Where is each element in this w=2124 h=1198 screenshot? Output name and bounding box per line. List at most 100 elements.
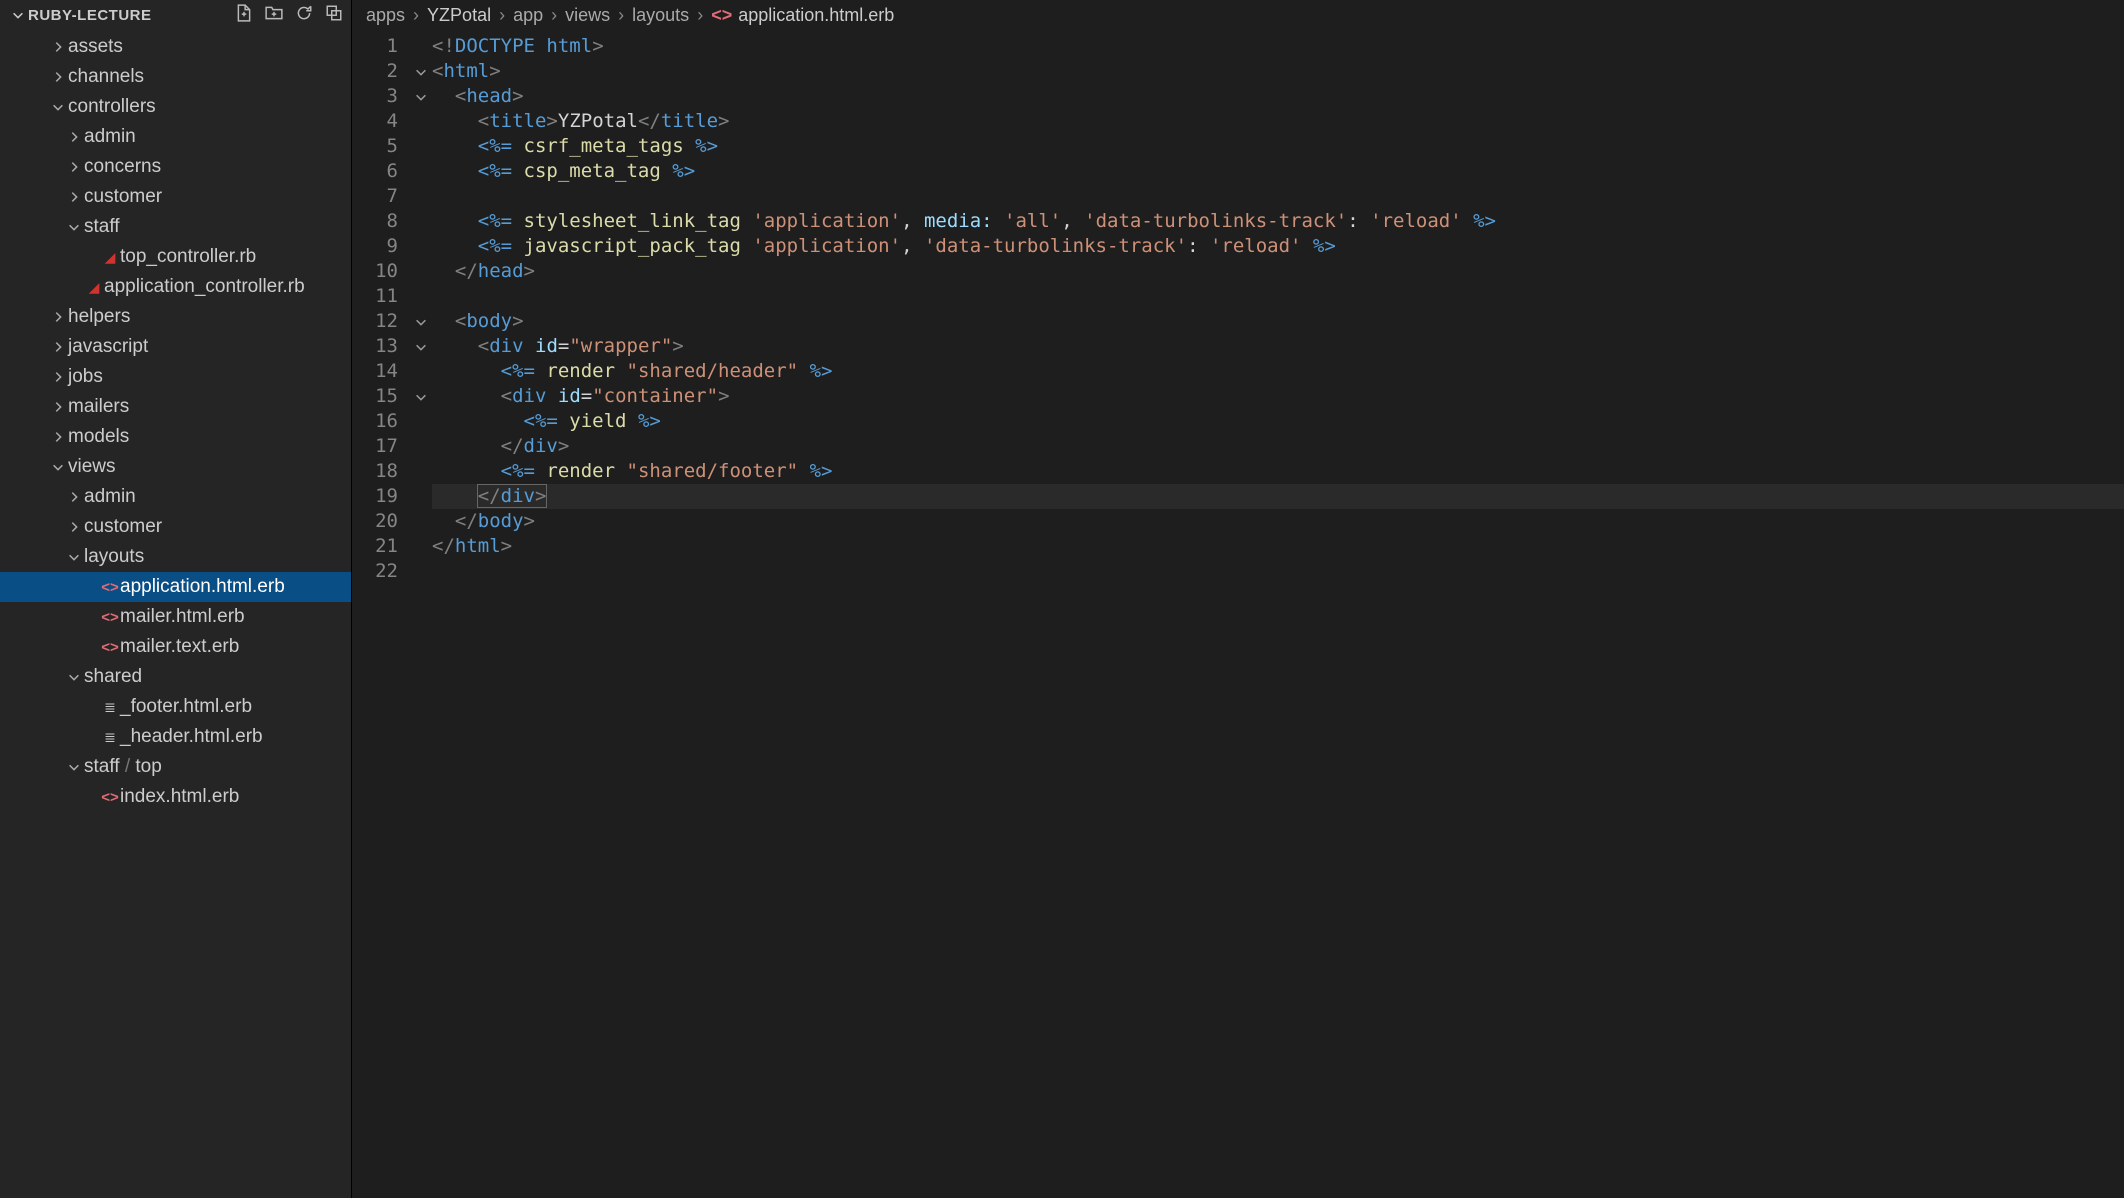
- fold-gutter[interactable]: [410, 30, 432, 1198]
- fold-open-icon[interactable]: [410, 309, 432, 334]
- code-line[interactable]: <%= yield %>: [432, 409, 2124, 434]
- chevron-down-icon[interactable]: [64, 670, 84, 684]
- tree-item-label: top_controller.rb: [120, 246, 256, 268]
- breadcrumb-filename[interactable]: application.html.erb: [738, 5, 894, 26]
- code-line[interactable]: <div id="wrapper">: [432, 334, 2124, 359]
- chevron-right-icon[interactable]: [48, 310, 68, 324]
- tree-file[interactable]: ◢top_controller.rb: [0, 242, 351, 272]
- code-line[interactable]: [432, 559, 2124, 584]
- tree-item-label: controllers: [68, 96, 156, 118]
- breadcrumb-segment[interactable]: layouts: [632, 5, 689, 26]
- tree-folder[interactable]: views: [0, 452, 351, 482]
- tree-file[interactable]: <>mailer.text.erb: [0, 632, 351, 662]
- code-line[interactable]: </body>: [432, 509, 2124, 534]
- tree-folder[interactable]: channels: [0, 62, 351, 92]
- fold-open-icon[interactable]: [410, 384, 432, 409]
- tree-folder[interactable]: models: [0, 422, 351, 452]
- tree-item-label: customer: [84, 516, 162, 538]
- tree-file[interactable]: <>mailer.html.erb: [0, 602, 351, 632]
- fold-open-icon[interactable]: [410, 59, 432, 84]
- new-folder-icon[interactable]: [265, 4, 283, 26]
- chevron-right-icon[interactable]: [64, 130, 84, 144]
- file-tree[interactable]: assetschannelscontrollersadminconcernscu…: [0, 30, 351, 1198]
- code-line[interactable]: <body>: [432, 309, 2124, 334]
- tree-folder[interactable]: staff: [0, 212, 351, 242]
- tree-folder[interactable]: javascript: [0, 332, 351, 362]
- line-number: 1: [352, 34, 398, 59]
- fold-open-icon[interactable]: [410, 84, 432, 109]
- code-line[interactable]: <title>YZPotal</title>: [432, 109, 2124, 134]
- fold-spacer: [410, 359, 432, 384]
- code-area[interactable]: 12345678910111213141516171819202122 <!DO…: [352, 30, 2124, 1198]
- chevron-right-icon[interactable]: [64, 160, 84, 174]
- tree-folder[interactable]: layouts: [0, 542, 351, 572]
- code-line[interactable]: </div>: [432, 434, 2124, 459]
- code-line[interactable]: <%= csp_meta_tag %>: [432, 159, 2124, 184]
- code-line[interactable]: <%= csrf_meta_tags %>: [432, 134, 2124, 159]
- code-line[interactable]: <!DOCTYPE html>: [432, 34, 2124, 59]
- fold-open-icon[interactable]: [410, 334, 432, 359]
- tree-file[interactable]: <>application.html.erb: [0, 572, 351, 602]
- chevron-down-icon[interactable]: [64, 760, 84, 774]
- code-line[interactable]: <%= render "shared/header" %>: [432, 359, 2124, 384]
- breadcrumb-segment[interactable]: views: [565, 5, 610, 26]
- code-line[interactable]: <head>: [432, 84, 2124, 109]
- code-line[interactable]: [432, 284, 2124, 309]
- code-line[interactable]: [432, 184, 2124, 209]
- chevron-right-icon[interactable]: [64, 520, 84, 534]
- chevron-right-icon[interactable]: [48, 40, 68, 54]
- ruby-icon: ◢: [100, 249, 120, 266]
- tree-item-label: models: [68, 426, 129, 448]
- chevron-right-icon[interactable]: [48, 430, 68, 444]
- tree-file[interactable]: <>index.html.erb: [0, 782, 351, 812]
- tree-folder[interactable]: admin: [0, 122, 351, 152]
- tree-folder[interactable]: shared: [0, 662, 351, 692]
- tree-folder[interactable]: customer: [0, 512, 351, 542]
- collapse-icon[interactable]: [325, 4, 343, 26]
- chevron-down-icon[interactable]: [48, 460, 68, 474]
- chevron-down-icon[interactable]: [48, 100, 68, 114]
- tree-folder[interactable]: concerns: [0, 152, 351, 182]
- tree-folder[interactable]: customer: [0, 182, 351, 212]
- code-line[interactable]: <div id="container">: [432, 384, 2124, 409]
- chevron-right-icon[interactable]: [48, 70, 68, 84]
- code-line[interactable]: <%= stylesheet_link_tag 'application', m…: [432, 209, 2124, 234]
- tree-folder[interactable]: mailers: [0, 392, 351, 422]
- tree-folder[interactable]: controllers: [0, 92, 351, 122]
- tree-item-label: admin: [84, 126, 136, 148]
- breadcrumb-segment[interactable]: apps: [366, 5, 405, 26]
- tree-folder[interactable]: jobs: [0, 362, 351, 392]
- chevron-right-icon[interactable]: [64, 490, 84, 504]
- chevron-down-icon[interactable]: [64, 220, 84, 234]
- tree-folder[interactable]: admin: [0, 482, 351, 512]
- line-number: 14: [352, 359, 398, 384]
- code-line[interactable]: <%= javascript_pack_tag 'application', '…: [432, 234, 2124, 259]
- breadcrumb-segment[interactable]: app: [513, 5, 543, 26]
- tree-folder[interactable]: staff / top: [0, 752, 351, 782]
- tree-file[interactable]: ≣_footer.html.erb: [0, 692, 351, 722]
- chevron-right-icon[interactable]: [48, 340, 68, 354]
- code-line[interactable]: <html>: [432, 59, 2124, 84]
- explorer-sidebar: RUBY-LECTURE assetschannels controllers ad…: [0, 0, 352, 1198]
- code-line[interactable]: </div>: [432, 484, 2124, 509]
- new-file-icon[interactable]: [235, 4, 253, 26]
- code-line[interactable]: </head>: [432, 259, 2124, 284]
- chevron-right-icon[interactable]: [64, 190, 84, 204]
- chevron-right-icon[interactable]: [48, 400, 68, 414]
- tree-file[interactable]: ≣_header.html.erb: [0, 722, 351, 752]
- chevron-down-icon[interactable]: [64, 550, 84, 564]
- tree-file[interactable]: ◢application_controller.rb: [0, 272, 351, 302]
- tree-item-label: application.html.erb: [120, 576, 285, 598]
- line-number: 22: [352, 559, 398, 584]
- tree-folder[interactable]: assets: [0, 32, 351, 62]
- chevron-right-icon[interactable]: [48, 370, 68, 384]
- line-number: 4: [352, 109, 398, 134]
- code-content[interactable]: <!DOCTYPE html><html> <head> <title>YZPo…: [432, 30, 2124, 1198]
- breadcrumb-segment[interactable]: YZPotal: [427, 5, 491, 26]
- code-line[interactable]: <%= render "shared/footer" %>: [432, 459, 2124, 484]
- tree-folder[interactable]: helpers: [0, 302, 351, 332]
- breadcrumb[interactable]: apps›YZPotal›app›views›layouts›<>applica…: [352, 0, 2124, 30]
- explorer-header[interactable]: RUBY-LECTURE: [0, 0, 351, 30]
- code-line[interactable]: </html>: [432, 534, 2124, 559]
- refresh-icon[interactable]: [295, 4, 313, 26]
